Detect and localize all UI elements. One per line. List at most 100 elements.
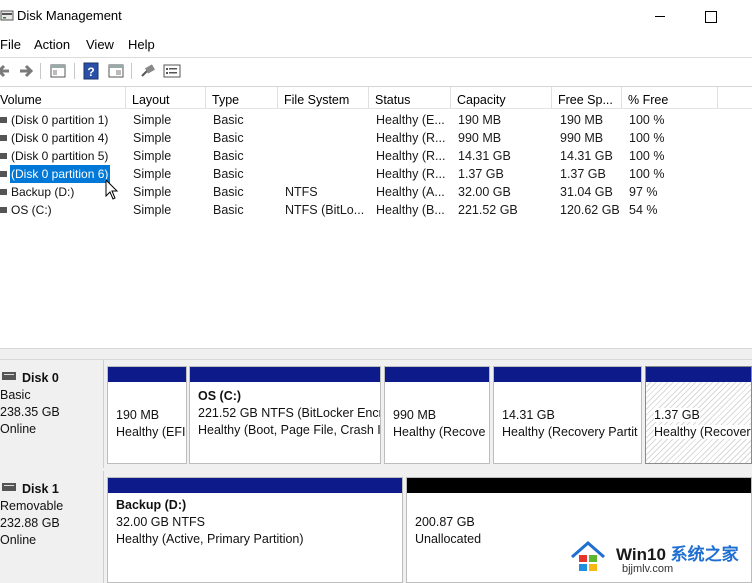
disk-type: Basic (0, 388, 31, 402)
partition-size: 1.37 GB (654, 408, 700, 422)
volume-status: Healthy (R... (376, 131, 446, 145)
volume-icon (0, 117, 7, 123)
column-header-status[interactable]: Status (369, 87, 451, 109)
partition-size: 14.31 GB (502, 408, 555, 422)
connect-icon[interactable] (138, 61, 158, 81)
disk-type: Removable (0, 499, 64, 513)
console-tree-icon[interactable] (48, 61, 68, 81)
partition-bar (108, 478, 402, 493)
column-header-percent-free[interactable]: % Free (622, 87, 718, 109)
menu-help[interactable]: Help (128, 37, 155, 52)
volume-free: 1.37 GB (560, 167, 606, 181)
partition-size: 200.87 GB (415, 515, 475, 529)
volume-status: Healthy (R... (376, 149, 446, 163)
volume-type: Basic (213, 113, 244, 127)
pane-splitter[interactable] (0, 348, 752, 360)
volume-capacity: 1.37 GB (458, 167, 504, 181)
disk-1-label[interactable]: Disk 1 Removable 232.88 GB Online (0, 471, 104, 583)
partition-bar (385, 367, 489, 382)
help-icon[interactable]: ? (81, 61, 101, 81)
title-bar: Disk Management (0, 0, 752, 32)
forward-arrow-icon[interactable] (16, 61, 36, 81)
volume-type: Basic (213, 167, 244, 181)
column-header-capacity[interactable]: Capacity (451, 87, 552, 109)
volume-icon (0, 153, 7, 159)
disk-0-row: Disk 0 Basic 238.35 GB Online 190 MB Hea… (0, 360, 752, 468)
menu-view[interactable]: View (86, 37, 114, 52)
volume-pct-free: 54 % (629, 203, 658, 217)
disk-0-label[interactable]: Disk 0 Basic 238.35 GB Online (0, 360, 104, 468)
volume-layout: Simple (133, 131, 172, 145)
volume-layout: Simple (133, 149, 172, 163)
partition-size: 190 MB (116, 408, 160, 422)
disk-name: Disk 0 (22, 371, 59, 385)
volume-name: (Disk 0 partition 6) (10, 165, 111, 183)
volume-fs: NTFS (BitLo... (285, 203, 365, 217)
volume-free: 14.31 GB (560, 149, 613, 163)
volume-status: Healthy (E... (376, 113, 445, 127)
menu-action[interactable]: Action (34, 37, 70, 52)
volume-free: 990 MB (560, 131, 604, 145)
menu-file[interactable]: File (0, 37, 21, 52)
volume-row[interactable]: OS (C:) Simple Basic NTFS (BitLo... Heal… (0, 201, 752, 219)
volume-layout: Simple (133, 203, 172, 217)
partition-efi[interactable]: 190 MB Healthy (EFI (107, 366, 187, 464)
maximize-button[interactable] (700, 6, 720, 26)
volume-icon (0, 207, 7, 213)
volume-list[interactable]: Volume Layout Type File System Status Ca… (0, 86, 752, 348)
toolbar-separator (40, 63, 41, 79)
partition-backup-d[interactable]: Backup (D:) 32.00 GB NTFS Healthy (Activ… (107, 477, 403, 583)
volume-capacity: 190 MB (458, 113, 502, 127)
partition-bar (646, 367, 751, 382)
volume-layout: Simple (133, 185, 172, 199)
volume-type: Basic (213, 203, 244, 217)
partition-recovery-selected[interactable]: 1.37 GB Healthy (Recovery (645, 366, 752, 464)
disk-icon (2, 483, 16, 491)
volume-pct-free: 100 % (629, 167, 665, 181)
partition-status: Healthy (Boot, Page File, Crash I (198, 423, 381, 437)
volume-row[interactable]: (Disk 0 partition 1) Simple Basic Health… (0, 111, 752, 129)
volume-free: 190 MB (560, 113, 604, 127)
watermark-url: bjjmlv.com (622, 563, 674, 575)
volume-free: 120.62 GB (560, 203, 620, 217)
list-view-icon[interactable] (162, 61, 182, 81)
volume-type: Basic (213, 185, 244, 199)
unallocated-bar (407, 478, 751, 493)
watermark-brand-b: 系统之家 (665, 545, 739, 564)
partition-recovery-14gb[interactable]: 14.31 GB Healthy (Recovery Partit (493, 366, 642, 464)
toolbar-separator (74, 63, 75, 79)
partition-os-c[interactable]: OS (C:) 221.52 GB NTFS (BitLocker Encr H… (189, 366, 381, 464)
partition-size: 32.00 GB NTFS (116, 515, 205, 529)
window-title: Disk Management (17, 8, 122, 23)
volume-type: Basic (213, 131, 244, 145)
column-header-free-space[interactable]: Free Sp... (552, 87, 622, 109)
volume-status: Healthy (R... (376, 167, 446, 181)
column-header-volume[interactable]: Volume (0, 87, 126, 109)
windows-house-logo-icon (571, 541, 605, 571)
partition-size: 221.52 GB NTFS (BitLocker Encr (198, 406, 381, 420)
volume-icon (0, 171, 7, 177)
column-header-file-system[interactable]: File System (278, 87, 369, 109)
back-arrow-icon[interactable] (0, 61, 14, 81)
volume-free: 31.04 GB (560, 185, 613, 199)
watermark-brand-a: Win10 (616, 545, 666, 564)
partition-status: Healthy (Recovery Partit (502, 425, 638, 439)
disk-state: Online (0, 422, 37, 436)
watermark-brand: Win10 系统之家 (616, 540, 739, 565)
minimize-button[interactable] (650, 8, 670, 24)
column-header-type[interactable]: Type (206, 87, 278, 109)
partition-bar (190, 367, 380, 382)
partition-bar (108, 367, 186, 382)
properties-icon[interactable] (106, 61, 126, 81)
volume-pct-free: 100 % (629, 149, 665, 163)
volume-pct-free: 97 % (629, 185, 658, 199)
partition-status: Healthy (Recove (393, 425, 486, 439)
volume-capacity: 990 MB (458, 131, 502, 145)
column-header-layout[interactable]: Layout (126, 87, 206, 109)
volume-row[interactable]: (Disk 0 partition 4) Simple Basic Health… (0, 129, 752, 147)
partition-recovery-990[interactable]: 990 MB Healthy (Recove (384, 366, 490, 464)
volume-icon (0, 135, 7, 141)
volume-status: Healthy (A... (376, 185, 445, 199)
volume-fs: NTFS (285, 185, 318, 199)
volume-row[interactable]: (Disk 0 partition 5) Simple Basic Health… (0, 147, 752, 165)
